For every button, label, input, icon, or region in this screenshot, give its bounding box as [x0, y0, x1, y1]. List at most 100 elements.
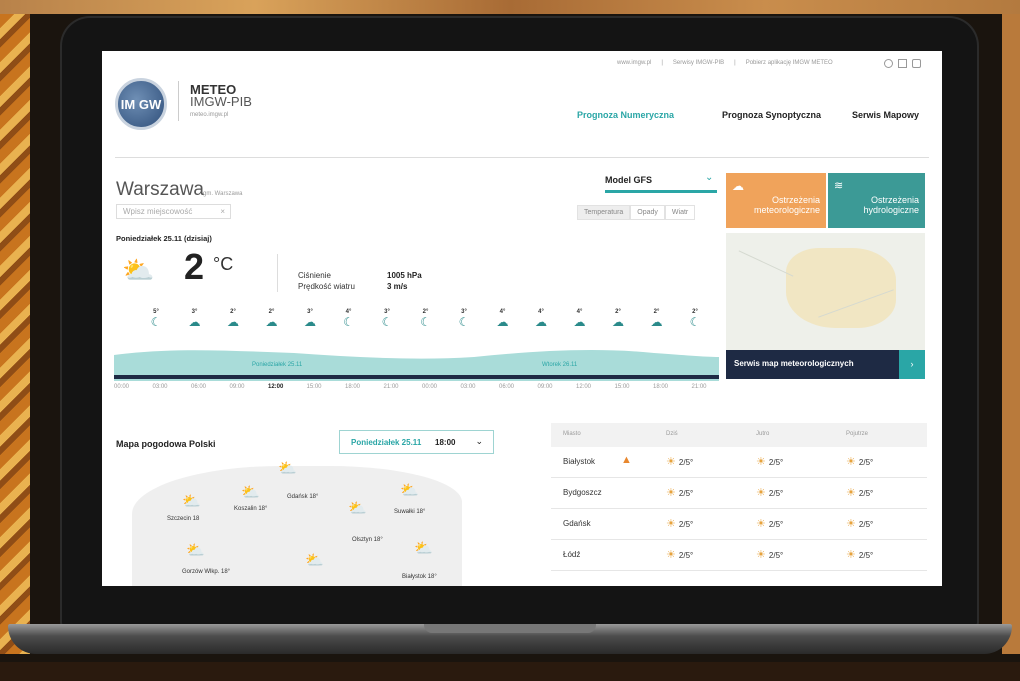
arrow-right-icon: › [899, 350, 925, 379]
tab-wind[interactable]: Wiatr [664, 205, 696, 220]
sun-cloud-icon: ☀ [666, 549, 679, 561]
facebook-icon[interactable] [884, 59, 893, 68]
map-city-label: Gorzów Wlkp. 18° [182, 569, 231, 575]
map-city-label: Szczecin 18 [167, 516, 200, 522]
forecast-temp: 2/5° [678, 551, 694, 560]
forecast-cell: ☀ 2/5° [666, 455, 693, 468]
pressure-value: 1005 hPa [387, 271, 422, 280]
hour-tick-label: 06:00 [191, 384, 207, 390]
tuesday-band-label: Wtorek 26.11 [542, 362, 578, 368]
hour-tick-label: 00:00 [422, 384, 438, 390]
header-separator [115, 157, 929, 158]
map-service-label: Serwis map meteorologicznych [734, 359, 854, 368]
map-date-select[interactable]: Poniedziałek 25.11 18:00 ⌄ [339, 430, 494, 454]
cloud-icon: ☁ [265, 315, 278, 329]
location-search-input[interactable]: Wpisz miejscowość × [116, 204, 231, 219]
map-time: 18:00 [435, 438, 456, 447]
city-row-name: Gdańsk [563, 519, 591, 528]
hourly-item: 2° ☁ [647, 309, 667, 329]
hourly-item: 2° ☁ [262, 309, 282, 329]
imgw-logo[interactable]: IM GW [115, 78, 167, 130]
forecast-cell: ☀ 2/5° [756, 486, 783, 499]
map-weather-icon[interactable]: ⛅ [278, 459, 297, 477]
nav-synoptic-forecast[interactable]: Prognoza Synoptyczna [722, 110, 821, 120]
sun-cloud-icon: ☀ [666, 456, 679, 468]
hour-tick-label: 09:00 [229, 384, 245, 390]
map-city-label: Gdańsk 18° [287, 494, 319, 500]
sun-cloud-icon: ☀ [756, 549, 769, 561]
forecast-temp: 2/5° [768, 458, 784, 467]
map-weather-icon[interactable]: ⛅ [182, 492, 201, 510]
hourly-item: 3° ☁ [300, 309, 320, 329]
cloud-icon: ☁ [612, 315, 624, 329]
cloud-icon: ☁ [227, 315, 239, 329]
forecast-temp: 2/5° [678, 458, 694, 467]
header-day-after: Pojutrze [846, 431, 869, 437]
map-weather-icon[interactable]: ⛅ [348, 499, 367, 517]
hourly-item: 5° ☾ [146, 309, 166, 329]
map-service-button[interactable]: Serwis map meteorologicznych › [726, 350, 925, 379]
instagram-icon[interactable] [912, 59, 921, 68]
forecast-temp: 2/5° [678, 520, 694, 529]
cloud-icon: ☁ [650, 315, 663, 329]
sun-cloud-icon: ☀ [846, 518, 859, 530]
map-weather-icon[interactable]: ⛅ [414, 539, 433, 557]
mini-map-region [786, 248, 896, 328]
forecast-cell: ☀ 2/5° [846, 517, 873, 530]
link-services[interactable]: Serwisy IMGW-PIB [673, 60, 724, 66]
nav-map-service[interactable]: Serwis Mapowy [852, 110, 919, 120]
link-imgw[interactable]: www.imgw.pl [617, 60, 651, 66]
clear-icon[interactable]: × [220, 207, 225, 216]
forecast-temp: 2/5° [768, 551, 784, 560]
tab-temperature[interactable]: Temperatura [577, 205, 631, 220]
cloud-sun-icon: ☁ [535, 315, 547, 329]
forecast-temp: 2/5° [858, 489, 874, 498]
hydro-warnings-label: Ostrzeżenia hydrologiczne [863, 195, 919, 215]
moon-cloud-icon: ☾ [689, 315, 701, 329]
weather-map-title: Mapa pogodowa Polski [116, 439, 216, 449]
forecast-temp: 2/5° [768, 489, 784, 498]
mini-map[interactable] [726, 233, 925, 350]
conditions-divider [277, 254, 278, 292]
hour-tick-label: 06:00 [499, 384, 515, 390]
link-app[interactable]: Pobierz aplikację IMGW METEO [746, 60, 833, 66]
today-label: Poniedziałek 25.11 (dzisiaj) [116, 234, 212, 243]
laptop-notch [424, 624, 596, 633]
meteo-warnings-label: Ostrzeżenia meteorologiczne [753, 195, 820, 215]
map-city-label: Białystok 18° [402, 574, 437, 580]
hourly-item: 4° ☁ [570, 309, 590, 329]
temperature-curve [114, 350, 719, 381]
sun-cloud-icon: ☀ [846, 487, 859, 499]
hydro-warnings-button[interactable]: ≋ Ostrzeżenia hydrologiczne [828, 173, 925, 228]
nav-numeric-forecast[interactable]: Prognoza Numeryczna [577, 110, 674, 120]
city-row-name: Białystok [563, 457, 596, 466]
hour-tick-label: 12:00 [268, 384, 284, 390]
moon-cloud-icon: ☾ [458, 315, 470, 329]
forecast-temp: 2/5° [858, 458, 874, 467]
map-weather-icon[interactable]: ⛅ [305, 551, 324, 569]
tab-precipitation[interactable]: Opady [630, 205, 665, 220]
city-table-row[interactable]: Białystok ▲ ☀ 2/5° ☀ 2/5° ☀ 2/5° [551, 447, 927, 478]
map-weather-icon[interactable]: ⛅ [400, 481, 419, 499]
city-table-row[interactable]: Łódź ☀ 2/5° ☀ 2/5° ☀ 2/5° [551, 540, 927, 571]
hour-tick-label: 18:00 [653, 384, 669, 390]
meteo-warnings-button[interactable]: ☁ Ostrzeżenia meteorologiczne [726, 173, 826, 228]
model-select[interactable]: Model GFS [605, 175, 652, 185]
cloud-icon: ☁ [304, 315, 316, 329]
map-city-label: Olsztyn 18° [352, 537, 383, 543]
city-table-row[interactable]: Bydgoszcz ☀ 2/5° ☀ 2/5° ☀ 2/5° [551, 478, 927, 509]
youtube-icon[interactable] [898, 59, 907, 68]
chevron-down-icon[interactable]: ⌄ [705, 172, 713, 183]
background-top [0, 0, 1020, 14]
logo-url[interactable]: meteo.imgw.pl [190, 112, 228, 118]
forecast-cell: ☀ 2/5° [756, 517, 783, 530]
warning-icon[interactable]: ▲ [621, 454, 632, 466]
hourly-item: 2° ☾ [416, 309, 436, 329]
forecast-cell: ☀ 2/5° [756, 455, 783, 468]
map-weather-icon[interactable]: ⛅ [241, 483, 260, 501]
temperature-unit: °C [213, 254, 234, 274]
city-table-row[interactable]: Gdańsk ☀ 2/5° ☀ 2/5° ☀ 2/5° [551, 509, 927, 540]
sun-cloud-icon: ☀ [756, 518, 769, 530]
cloud-icon: ☁ [188, 315, 201, 329]
map-weather-icon[interactable]: ⛅ [186, 541, 205, 559]
